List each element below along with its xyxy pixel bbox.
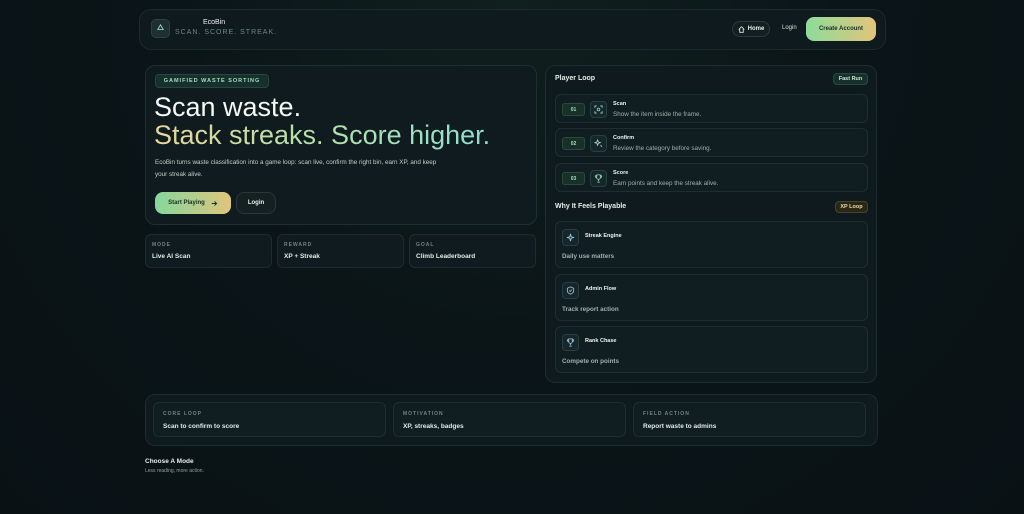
sparkle-icon [590,135,607,152]
feature-title: Admin Flow [585,286,617,292]
feature-title: Rank Chase [585,338,617,344]
feature-description: Track report action [562,306,619,313]
step-description: Review the category before saving. [613,145,712,152]
sparkle-icon [562,229,579,246]
scan-icon [590,101,607,118]
home-icon [738,25,745,33]
hero-badge: GAMIFIED WASTE SORTING [155,74,269,88]
summary-card-core-loop: CORE LOOP Scan to confirm to score [153,402,386,437]
feature-admin-flow: Admin Flow Track report action [555,274,868,321]
header-login-link[interactable]: Login [782,25,797,31]
stat-card-goal: GOAL Climb Leaderboard [409,234,536,268]
stat-label: REWARD [284,242,313,248]
brand-name: EcoBin [203,19,226,26]
feature-rank-chase: Rank Chase Compete on points [555,326,868,373]
stat-card-mode: MODE Live AI Scan [145,234,272,268]
start-playing-label: Start Playing [168,200,205,206]
step-title: Scan [613,101,627,107]
choose-mode-title: Choose A Mode [145,458,194,465]
stat-value: Live AI Scan [152,253,191,260]
step-description: Earn points and keep the streak alive. [613,180,719,187]
feature-description: Daily use matters [562,253,615,260]
summary-value: XP, streaks, badges [403,423,464,430]
home-button[interactable]: Home [732,21,770,37]
hero-description: EcoBin turns waste classification into a… [155,159,437,178]
hero-title-line1: Scan waste. [154,92,302,122]
feature-title: Streak Engine [585,233,622,239]
summary-value: Scan to confirm to score [163,423,240,430]
loop-step-score: 03 Score Earn points and keep the streak… [555,163,868,192]
arrow-right-icon [211,200,218,206]
hero-login-button[interactable]: Login [236,192,276,214]
stat-label: GOAL [416,242,435,248]
step-number: 01 [562,103,585,116]
start-playing-button[interactable]: Start Playing [155,192,231,214]
choose-mode-subtitle: Less reading, more action. [145,468,204,474]
loop-step-confirm: 02 Confirm Review the category before sa… [555,128,868,157]
summary-label: MOTIVATION [403,411,444,417]
home-label: Home [747,26,765,32]
hero-title-line2: Stack streaks. Score higher. [154,120,491,150]
summary-label: FIELD ACTION [643,411,690,417]
step-number: 02 [562,137,585,150]
stat-card-reward: REWARD XP + Streak [277,234,404,268]
summary-label: CORE LOOP [163,411,203,417]
step-number: 03 [562,172,585,185]
shield-icon [562,282,579,299]
summary-card-motivation: MOTIVATION XP, streaks, badges [393,402,626,437]
loop-step-scan: 01 Scan Show the item inside the frame. [555,94,868,123]
create-account-button[interactable]: Create Account [806,17,876,41]
playable-title: Why It Feels Playable [555,203,627,210]
player-loop-title: Player Loop [555,75,596,82]
fast-run-badge: Fast Run [833,73,868,85]
step-title: Confirm [613,135,635,141]
summary-card-field-action: FIELD ACTION Report waste to admins [633,402,866,437]
feature-streak-engine: Streak Engine Daily use matters [555,221,868,268]
step-description: Show the item inside the frame. [613,111,702,118]
recycle-icon[interactable] [151,19,170,38]
trophy-icon [562,334,579,351]
step-title: Score [613,170,629,176]
stat-label: MODE [152,242,171,248]
trophy-icon [590,170,607,187]
summary-value: Report waste to admins [643,423,717,430]
xp-loop-badge: XP Loop [835,201,868,213]
stat-value: XP + Streak [284,253,320,260]
feature-description: Compete on points [562,358,620,365]
brand-tagline: SCAN. SCORE. STREAK. [175,29,278,36]
stat-value: Climb Leaderboard [416,253,476,260]
